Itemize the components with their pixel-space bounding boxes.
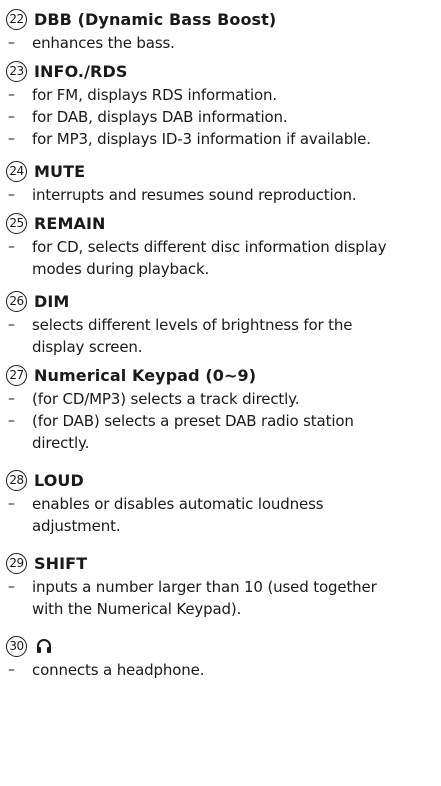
section-title: SHIFT — [34, 553, 88, 573]
description-line: inputs a number larger than 10 (used tog… — [32, 578, 377, 596]
section-title: Numerical Keypad (0~9) — [34, 365, 257, 385]
section-headphone: 30 – connects a headphone. — [6, 633, 435, 681]
dash-bullet: – — [8, 391, 15, 407]
section-heading: 27 Numerical Keypad (0~9) — [6, 362, 435, 388]
section-heading: 30 — [6, 633, 435, 659]
description-line: for FM, displays RDS information. — [32, 86, 277, 104]
section-loud: 28 LOUD – enables or disables automatic … — [6, 467, 435, 537]
section-remain: 25 REMAIN – for CD, selects different di… — [6, 210, 435, 280]
item-number-badge: 29 — [6, 552, 27, 574]
description-item: – inputs a number larger than 10 (used t… — [6, 576, 435, 620]
section-title: LOUD — [34, 470, 84, 490]
description-item: – selects different levels of brightness… — [6, 314, 435, 358]
section-heading: 26 DIM — [6, 288, 435, 314]
item-number-badge: 27 — [6, 364, 27, 386]
description-line: with the Numerical Keypad). — [32, 600, 242, 618]
dash-bullet: – — [8, 496, 15, 512]
description-line: selects different levels of brightness f… — [32, 316, 353, 334]
description-line: connects a headphone. — [32, 661, 205, 679]
manual-page: 22 DBB (Dynamic Bass Boost) – enhances t… — [0, 0, 441, 786]
item-number-badge: 24 — [6, 160, 27, 182]
section-dbb: 22 DBB (Dynamic Bass Boost) – enhances t… — [6, 6, 435, 54]
dash-bullet: – — [8, 131, 15, 147]
dash-bullet: – — [8, 317, 15, 333]
description-line: for DAB, displays DAB information. — [32, 108, 288, 126]
item-number-badge: 28 — [6, 469, 27, 491]
section-title: REMAIN — [34, 213, 106, 233]
section-title: INFO./RDS — [34, 61, 128, 81]
dash-bullet: – — [8, 413, 15, 429]
section-dim: 26 DIM – selects different levels of bri… — [6, 288, 435, 358]
description-line: display screen. — [32, 338, 143, 356]
description-item: – (for CD/MP3) selects a track directly. — [6, 388, 435, 410]
description-item: – for CD, selects different disc informa… — [6, 236, 435, 280]
description-line: directly. — [32, 434, 90, 452]
dash-bullet: – — [8, 239, 15, 255]
item-number-badge: 26 — [6, 290, 27, 312]
dash-bullet: – — [8, 579, 15, 595]
section-mute: 24 MUTE – interrupts and resumes sound r… — [6, 158, 435, 206]
description-line: interrupts and resumes sound reproductio… — [32, 186, 357, 204]
section-numerical-keypad: 27 Numerical Keypad (0~9) – (for CD/MP3)… — [6, 362, 435, 454]
description-item: – (for DAB) selects a preset DAB radio s… — [6, 410, 435, 454]
item-number-badge: 30 — [6, 635, 27, 657]
section-title: DBB (Dynamic Bass Boost) — [34, 9, 277, 29]
description-line: for CD, selects different disc informati… — [32, 238, 387, 256]
item-number-badge: 25 — [6, 212, 27, 234]
description-line: (for DAB) selects a preset DAB radio sta… — [32, 412, 354, 430]
section-heading: 28 LOUD — [6, 467, 435, 493]
section-heading: 23 INFO./RDS — [6, 58, 435, 84]
dash-bullet: – — [8, 662, 15, 678]
description-item: – for DAB, displays DAB information. — [6, 106, 435, 128]
description-item: – enhances the bass. — [6, 32, 435, 54]
item-number-badge: 22 — [6, 8, 27, 30]
description-line: (for CD/MP3) selects a track directly. — [32, 390, 300, 408]
description-line: enables or disables automatic loudness — [32, 495, 324, 513]
section-shift: 29 SHIFT – inputs a number larger than 1… — [6, 550, 435, 620]
description-line: modes during playback. — [32, 260, 210, 278]
description-item: – enables or disables automatic loudness… — [6, 493, 435, 537]
section-info-rds: 23 INFO./RDS – for FM, displays RDS info… — [6, 58, 435, 150]
description-item: – for FM, displays RDS information. — [6, 84, 435, 106]
description-line: for MP3, displays ID-3 information if av… — [32, 130, 371, 148]
description-item: – for MP3, displays ID-3 information if … — [6, 128, 435, 150]
section-heading: 29 SHIFT — [6, 550, 435, 576]
headphone-icon — [35, 637, 53, 655]
section-heading: 22 DBB (Dynamic Bass Boost) — [6, 6, 435, 32]
section-title: DIM — [34, 291, 70, 311]
description-item: – interrupts and resumes sound reproduct… — [6, 184, 435, 206]
dash-bullet: – — [8, 187, 15, 203]
description-item: – connects a headphone. — [6, 659, 435, 681]
description-line: enhances the bass. — [32, 34, 175, 52]
dash-bullet: – — [8, 87, 15, 103]
dash-bullet: – — [8, 35, 15, 51]
dash-bullet: – — [8, 109, 15, 125]
section-heading: 24 MUTE — [6, 158, 435, 184]
section-heading: 25 REMAIN — [6, 210, 435, 236]
description-line: adjustment. — [32, 517, 121, 535]
item-number-badge: 23 — [6, 60, 27, 82]
section-title: MUTE — [34, 161, 86, 181]
